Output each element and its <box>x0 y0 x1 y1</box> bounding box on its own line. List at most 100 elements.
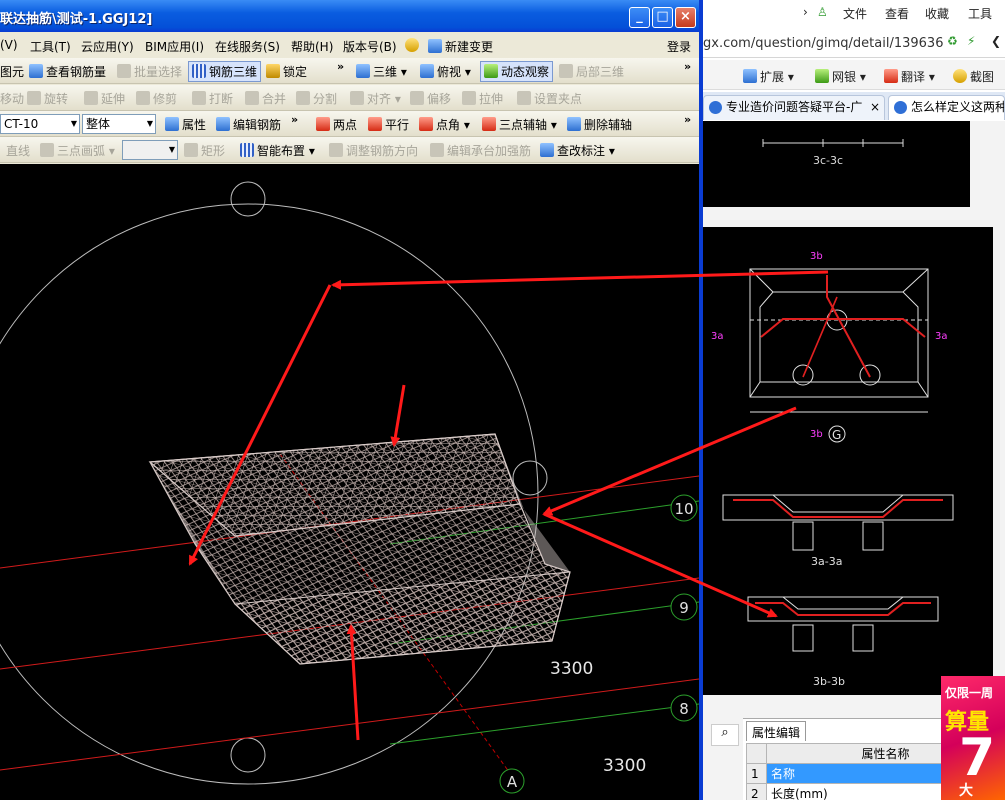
line-button[interactable]: 直线 <box>6 142 30 159</box>
properties-button[interactable]: 属性 <box>165 116 206 133</box>
svg-text:3b: 3b <box>810 251 823 262</box>
more-chevron-icon[interactable]: » <box>291 113 298 126</box>
translate-icon <box>884 69 898 83</box>
pile-cap-drawing: 3b 3a 3a 3b G 3a-3a 3b-3b <box>703 227 993 695</box>
address-dropdown-icon[interactable]: ❮ <box>991 34 1001 48</box>
smart-layout-icon <box>240 143 254 157</box>
menu-version[interactable]: 版本号(B) <box>343 38 397 55</box>
site-favicon <box>894 101 907 114</box>
rotate-button[interactable]: 旋转 <box>27 90 68 107</box>
merge-button[interactable]: 合并 <box>245 90 286 107</box>
browser-tab-strip: 专业造价问题答疑平台-广 × 怎么样定义这两种 <box>703 92 1005 120</box>
overflow-chevron-icon[interactable]: » <box>684 113 691 126</box>
blank-select[interactable]: ▼ <box>122 140 178 160</box>
browser-menu-favorites[interactable]: 收藏 <box>925 5 949 22</box>
modify-annotation-dropdown[interactable]: 查改标注 ▾ <box>540 142 615 159</box>
dropdown-arrow-icon: ▼ <box>146 119 153 128</box>
top-view-dropdown[interactable]: 俯视 ▾ <box>420 63 471 80</box>
helmet-icon[interactable] <box>405 38 422 53</box>
dynamic-observe-button[interactable]: 动态观察 <box>480 61 554 82</box>
point-angle-dropdown[interactable]: 点角 ▾ <box>419 116 470 133</box>
section-3c-label: 3c-3c <box>813 154 843 167</box>
browser-menu-view[interactable]: 查看 <box>885 5 909 22</box>
adjust-direction-icon <box>329 143 343 157</box>
search-icon[interactable]: ⌕ <box>711 724 739 746</box>
menu-help[interactable]: 帮助(H) <box>291 38 333 55</box>
menu-login[interactable]: 登录 <box>667 38 691 55</box>
offset-button[interactable]: 偏移 <box>410 90 451 107</box>
trim-button[interactable]: 修剪 <box>136 90 177 107</box>
browser-tab-active[interactable]: 怎么样定义这两种 <box>888 95 1005 120</box>
offset-icon <box>410 91 424 105</box>
browser-tab[interactable]: 专业造价问题答疑平台-广 × <box>703 95 885 120</box>
more-chevron-icon[interactable]: » <box>337 60 344 73</box>
app-title: 联达抽筋\测试-1.GGJ12] <box>0 12 153 27</box>
three-point-arc-dropdown[interactable]: 三点画弧 ▾ <box>40 142 115 159</box>
two-points-button[interactable]: 两点 <box>316 116 357 133</box>
rebar-3d-button[interactable]: 钢筋三维 <box>188 61 262 82</box>
lightning-icon[interactable]: ⚡ <box>967 34 975 48</box>
break-button[interactable]: 打断 <box>192 90 233 107</box>
close-button[interactable]: × <box>675 7 696 28</box>
browser-menu-tools[interactable]: 工具 <box>968 5 992 22</box>
view-rebar-qty-button[interactable]: 查看钢筋量 <box>29 63 106 80</box>
rebar-app-window: 联达抽筋\测试-1.GGJ12] _ □ × (V) 工具(T) 云应用(Y) … <box>0 0 703 800</box>
move-button[interactable]: 移动 <box>0 90 24 107</box>
address-bar[interactable]: gx.com/question/gimq/detail/139636 ♻ ⚡ ❮ <box>703 30 1005 58</box>
section-3a-label: 3a-3a <box>811 555 842 568</box>
edit-pile-cap-rebar-button[interactable]: 编辑承台加强筋 <box>430 142 531 159</box>
axis-bubble-9: 9 <box>670 593 698 621</box>
menu-online-service[interactable]: 在线服务(S) <box>215 38 280 55</box>
property-edit-tab[interactable]: 属性编辑 <box>746 721 807 741</box>
section-3c-svg: 3c-3c <box>762 139 904 167</box>
menu-bim[interactable]: BIM应用(I) <box>145 38 204 55</box>
nav-forward-icon[interactable]: › <box>803 5 808 19</box>
smart-layout-dropdown[interactable]: 智能布置 ▾ <box>240 142 315 159</box>
translate-button[interactable]: 翻译 ▾ <box>884 68 935 85</box>
edit-rebar-button[interactable]: 编辑钢筋 <box>216 116 281 133</box>
plan-label: G <box>832 428 841 442</box>
lock-button[interactable]: 锁定 <box>266 63 307 80</box>
minimize-button[interactable]: _ <box>629 7 650 28</box>
menu-view[interactable]: (V) <box>0 38 18 52</box>
browser-menu-file[interactable]: 文件 <box>843 5 867 22</box>
overflow-chevron-icon[interactable]: » <box>684 60 691 73</box>
pin-icon <box>517 91 531 105</box>
address-url[interactable]: gx.com/question/gimq/detail/139636 <box>703 36 943 51</box>
online-bank-button[interactable]: 网银 ▾ <box>815 68 866 85</box>
rebar-grid-icon <box>192 64 206 78</box>
three-point-axis-dropdown[interactable]: 三点辅轴 ▾ <box>482 116 557 133</box>
extensions-button[interactable]: 扩展 ▾ <box>743 68 794 85</box>
batch-select-button[interactable]: 批量选择 <box>117 63 182 80</box>
extend-button[interactable]: 延伸 <box>84 90 125 107</box>
align-dropdown[interactable]: 对齐 ▾ <box>350 90 401 107</box>
rotate-icon <box>27 91 41 105</box>
split-button[interactable]: 分割 <box>296 90 337 107</box>
close-tab-icon[interactable]: × <box>870 96 880 118</box>
two-points-axis-icon <box>316 117 330 131</box>
menu-cloud[interactable]: 云应用(Y) <box>81 38 134 55</box>
screenshot-button[interactable]: 截图 <box>953 68 994 85</box>
refresh-icon[interactable]: ♻ <box>947 34 958 48</box>
maximize-button[interactable]: □ <box>652 7 673 28</box>
app-title-bar[interactable]: 联达抽筋\测试-1.GGJ12] _ □ × <box>0 0 699 32</box>
menu-tools[interactable]: 工具(T) <box>30 38 71 55</box>
parallel-button[interactable]: 平行 <box>368 116 409 133</box>
drawing-viewport[interactable]: 10 9 8 A 3300 3300 <box>0 164 699 800</box>
promo-banner[interactable]: 仅限一周 算量 7 大 <box>941 676 1005 800</box>
adjust-rebar-direction-button[interactable]: 调整钢筋方向 <box>329 142 418 159</box>
dimension-label: 3300 <box>550 659 593 679</box>
three-d-dropdown[interactable]: 三维 ▾ <box>356 63 407 80</box>
figure-element-button[interactable]: 图元 <box>0 63 24 80</box>
bank-icon <box>815 69 829 83</box>
local-3d-button[interactable]: 局部三维 <box>559 63 624 80</box>
delete-axis-button[interactable]: 删除辅轴 <box>567 116 632 133</box>
stretch-button[interactable]: 拉伸 <box>462 90 503 107</box>
user-icon[interactable]: ♙ <box>817 5 828 19</box>
component-select[interactable]: CT-10 ▼ <box>0 114 80 134</box>
orbit-handle-bottom <box>230 737 266 773</box>
set-pin-button[interactable]: 设置夹点 <box>517 90 582 107</box>
layer-select[interactable]: 整体 ▼ <box>82 114 156 134</box>
menu-new-change[interactable]: 新建变更 <box>428 38 493 55</box>
rectangle-button[interactable]: 矩形 <box>184 142 225 159</box>
